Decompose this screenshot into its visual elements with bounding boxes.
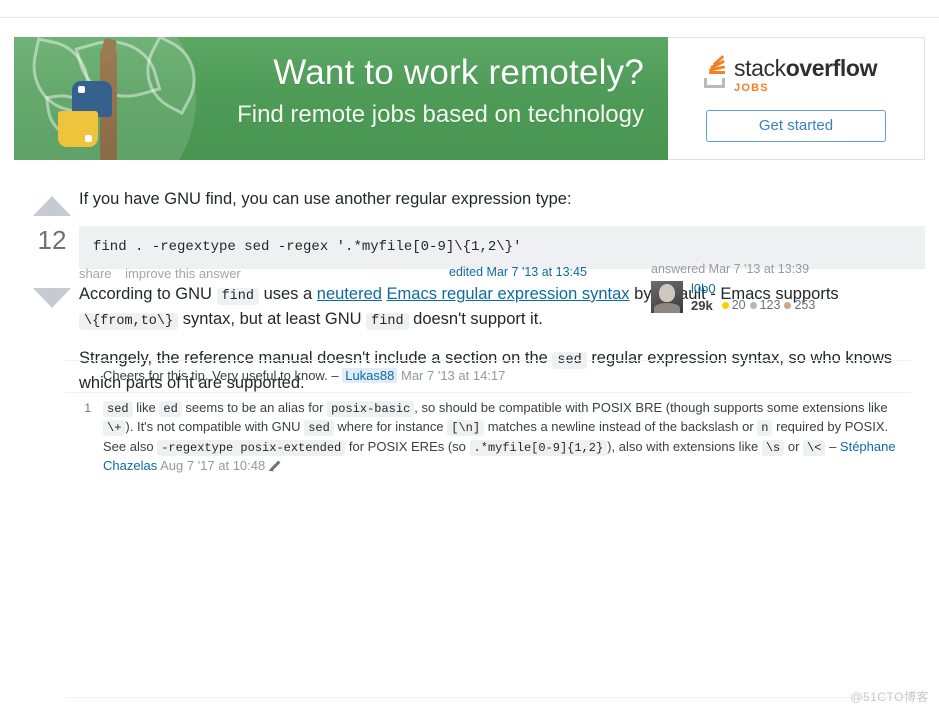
inline-code-ed: ed [159, 400, 182, 417]
comment-dash: – [331, 368, 339, 383]
ad-subline: Find remote jobs based on technology [237, 101, 644, 128]
comments-bottom-divider [65, 697, 911, 698]
inline-code-myfile-pattern: .*myfile[0-9]{1,2} [469, 439, 608, 456]
inline-code-posix-basic: posix-basic [327, 400, 415, 417]
user-name-link[interactable]: l0b0 [691, 281, 815, 296]
comment-text-2: seems to be an alias for [185, 399, 324, 415]
python-logo-icon [58, 111, 98, 147]
watermark: @51CTO博客 [850, 690, 929, 704]
get-started-button[interactable]: Get started [706, 110, 886, 142]
comment-timestamp[interactable]: Mar 7 '13 at 14:17 [401, 368, 505, 383]
inline-code-regextype-posix-extended: -regextype posix-extended [157, 439, 346, 456]
inline-code-sed: sed [103, 400, 133, 417]
post-actions: share improve this answer [79, 266, 251, 281]
stackoverflow-jobs-logo: stackoverflow JOBS [702, 55, 877, 94]
reputation-score: 29k [691, 298, 713, 313]
logo-overflow-text: overflow [785, 55, 878, 81]
silver-badge-icon [749, 302, 757, 309]
upvote-arrow-icon[interactable] [33, 196, 71, 216]
comment-score [65, 367, 103, 386]
user-row: l0b0 29k 20 123 253 [651, 281, 881, 313]
stackoverflow-logo-icon [702, 55, 728, 88]
page-top-divider [0, 17, 939, 18]
comment-text-10: or [787, 438, 800, 454]
user-badges: 29k 20 123 253 [691, 298, 815, 313]
bronze-badge-icon [784, 302, 792, 309]
gold-badge-icon [721, 302, 729, 309]
comment-body: sed like ed seems to be an alias for pos… [103, 399, 911, 476]
inline-code-backslash-lt: \< [803, 439, 826, 456]
edit-pencil-icon[interactable] [269, 460, 280, 471]
user-details: l0b0 29k 20 123 253 [691, 281, 815, 313]
comment-item: Cheers for this tip. Very useful to know… [65, 360, 911, 392]
edited-timestamp: edited Mar 7 '13 at 13:45 [449, 265, 587, 279]
ad-artwork-panel: Want to work remotely? Find remote jobs … [14, 37, 668, 160]
inline-code-backslash-plus: \+ [103, 420, 126, 436]
logo-jobs-text: JOBS [734, 82, 769, 94]
ad-headline: Want to work remotely? [273, 53, 644, 92]
inline-code-bracket-n: [\n] [447, 420, 485, 436]
comment-text-4: ). It's not compatible with GNU [125, 419, 301, 434]
silver-badge-count: 123 [759, 298, 781, 312]
logo-stack-text: stack [734, 55, 786, 81]
edited-link[interactable]: edited Mar 7 '13 at 13:45 [449, 265, 587, 279]
bronze-badge-count: 253 [794, 298, 816, 312]
avatar[interactable] [651, 281, 683, 313]
inline-code-gnu-sed: sed [304, 420, 334, 436]
answer-paragraph-1: If you have GNU find, you can use anothe… [79, 190, 572, 208]
comment-score: 1 [84, 400, 91, 415]
comment-item: 1 sed like ed seems to be an alias for p… [65, 391, 911, 482]
comments-list: Cheers for this tip. Very useful to know… [65, 360, 911, 482]
answered-user-card: answered Mar 7 '13 at 13:39 l0b0 29k 20 … [651, 262, 881, 313]
ad-cta-panel: stackoverflow JOBS Get started [668, 37, 925, 160]
improve-answer-link[interactable]: improve this answer [125, 266, 241, 281]
answered-timestamp: answered Mar 7 '13 at 13:39 [651, 262, 810, 276]
comment-text-3: , so should be compatible with POSIX BRE… [414, 399, 888, 415]
comment-dash: – [829, 438, 837, 454]
comment-body: Cheers for this tip. Very useful to know… [103, 367, 505, 386]
comment-author-link[interactable]: Lukas88 [342, 368, 398, 383]
comment-text-5: where for instance [337, 419, 444, 434]
vote-count: 12 [37, 225, 67, 255]
post-meta-row: share improve this answer edited Mar 7 '… [65, 262, 911, 340]
stackoverflow-jobs-ad[interactable]: Want to work remotely? Find remote jobs … [14, 37, 925, 160]
inline-code-backslash-s: \s [761, 439, 785, 456]
gold-badge-count: 20 [731, 298, 746, 312]
comment-text-1: like [136, 399, 156, 415]
logo-wordmark: stackoverflow [734, 56, 877, 81]
share-link[interactable]: share [79, 266, 112, 281]
inline-code-n: n [757, 420, 773, 436]
comment-text-8: for POSIX EREs (so [348, 438, 466, 454]
comment-timestamp[interactable]: Aug 7 '17 at 10:48 [160, 458, 265, 473]
comment-text-9: ), also with extensions like [607, 438, 759, 454]
comment-text-6: matches a newline instead of the backsla… [487, 419, 754, 434]
comment-text: Cheers for this tip. Very useful to know… [103, 368, 328, 383]
